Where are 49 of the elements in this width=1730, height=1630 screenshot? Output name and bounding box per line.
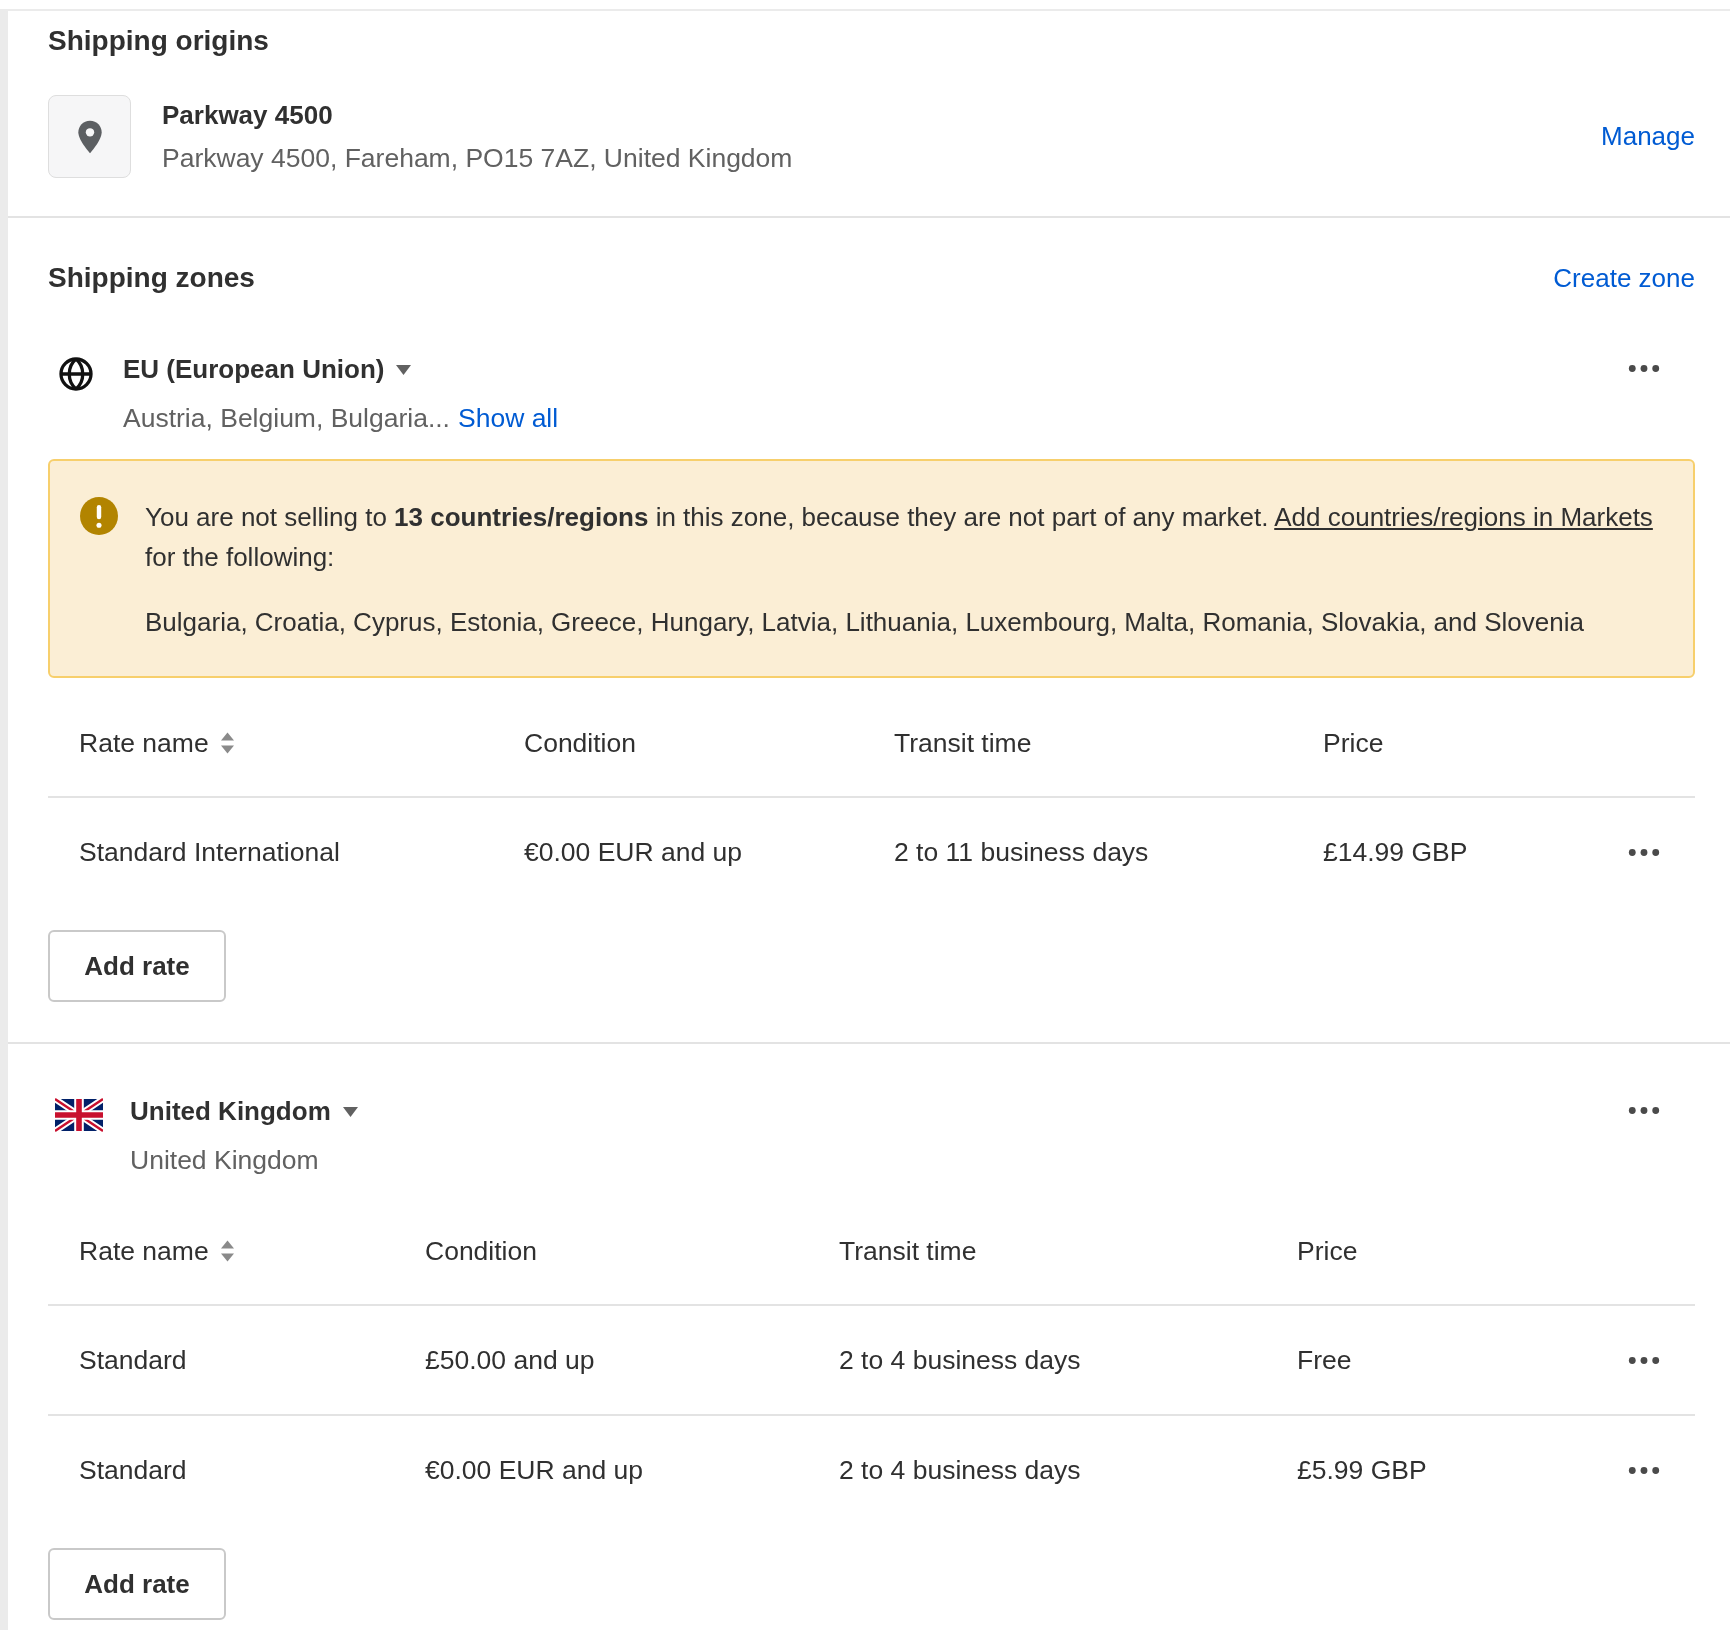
table-cell-text: €0.00 EUR and up: [425, 1454, 645, 1486]
country-list: Bulgaria, Croatia, Cyprus, Estonia, Greece, Hungary, Latvia, Lithuania, Luxembourg, Malta, Romania, Slovakia, and Slovenia: [145, 607, 1663, 638]
location-address: Parkway 4500, Fareham, PO15 7AZ, United Kingdom: [162, 142, 794, 174]
column-header[interactable]: Rate name: [79, 1235, 234, 1267]
column-header: Price: [1323, 727, 1384, 759]
flag-icon: [55, 1098, 103, 1132]
more-actions-icon[interactable]: [1628, 364, 1660, 373]
markets-link[interactable]: Add countries/regions in Markets: [1274, 502, 1653, 532]
table-cell-text: £50.00 and up: [425, 1344, 596, 1376]
column-header: Condition: [524, 727, 636, 759]
more-actions-icon[interactable]: [1628, 847, 1660, 857]
zone-name-dropdown[interactable]: United Kingdom: [130, 1096, 358, 1127]
warning-message: You are not selling to 13 countries/regions in this zone, because they are not part of any market. Add countries/regions in Markets for the following:: [145, 501, 1654, 574]
more-actions-icon[interactable]: [1628, 1355, 1660, 1365]
globe-icon: [56, 356, 96, 392]
zone-countries: United Kingdom: [130, 1145, 319, 1175]
zone-name-dropdown[interactable]: EU (European Union): [123, 354, 412, 385]
add-rate-button[interactable]: Add rate: [48, 1548, 226, 1620]
sort-icon[interactable]: [220, 732, 234, 754]
caret-icon: [342, 1106, 358, 1117]
sort-icon[interactable]: [220, 1240, 234, 1262]
table-cell-text: €0.00 EUR and up: [524, 836, 744, 868]
column-header: Transit time: [839, 1235, 977, 1267]
table-cell-text: Standard: [79, 1344, 188, 1376]
table-cell-text: 2 to 11 business days: [894, 836, 1150, 868]
table-cell-text: £14.99 GBP: [1323, 836, 1469, 868]
table-cell-text: £5.99 GBP: [1297, 1454, 1428, 1486]
section-title: Shipping zones: [48, 262, 255, 294]
table-cell-text: Standard: [79, 1454, 188, 1486]
warning-icon: [80, 497, 118, 535]
more-actions-icon[interactable]: [1628, 1465, 1660, 1475]
table-cell-text: 2 to 4 business days: [839, 1344, 1082, 1376]
manage-link[interactable]: Manage: [1601, 121, 1695, 152]
more-actions-icon[interactable]: [1628, 1106, 1660, 1115]
column-header: Price: [1297, 1235, 1358, 1267]
table-cell-text: Free: [1297, 1344, 1353, 1376]
column-header[interactable]: Rate name: [79, 727, 234, 759]
table-cell-text: 2 to 4 business days: [839, 1454, 1082, 1486]
location-pin-icon: [75, 118, 104, 155]
column-header: Condition: [425, 1235, 537, 1267]
show-all-link[interactable]: Show all: [458, 403, 559, 433]
zone-countries: Austria, Belgium, Bulgaria...: [123, 403, 450, 433]
section-title: Shipping origins: [48, 25, 270, 57]
location-name: Parkway 4500: [162, 99, 334, 131]
caret-icon: [396, 364, 412, 375]
add-rate-button[interactable]: Add rate: [48, 930, 226, 1002]
create-zone-link[interactable]: Create zone: [1553, 262, 1695, 294]
column-header: Transit time: [894, 727, 1032, 759]
table-cell-text: Standard International: [79, 836, 341, 868]
